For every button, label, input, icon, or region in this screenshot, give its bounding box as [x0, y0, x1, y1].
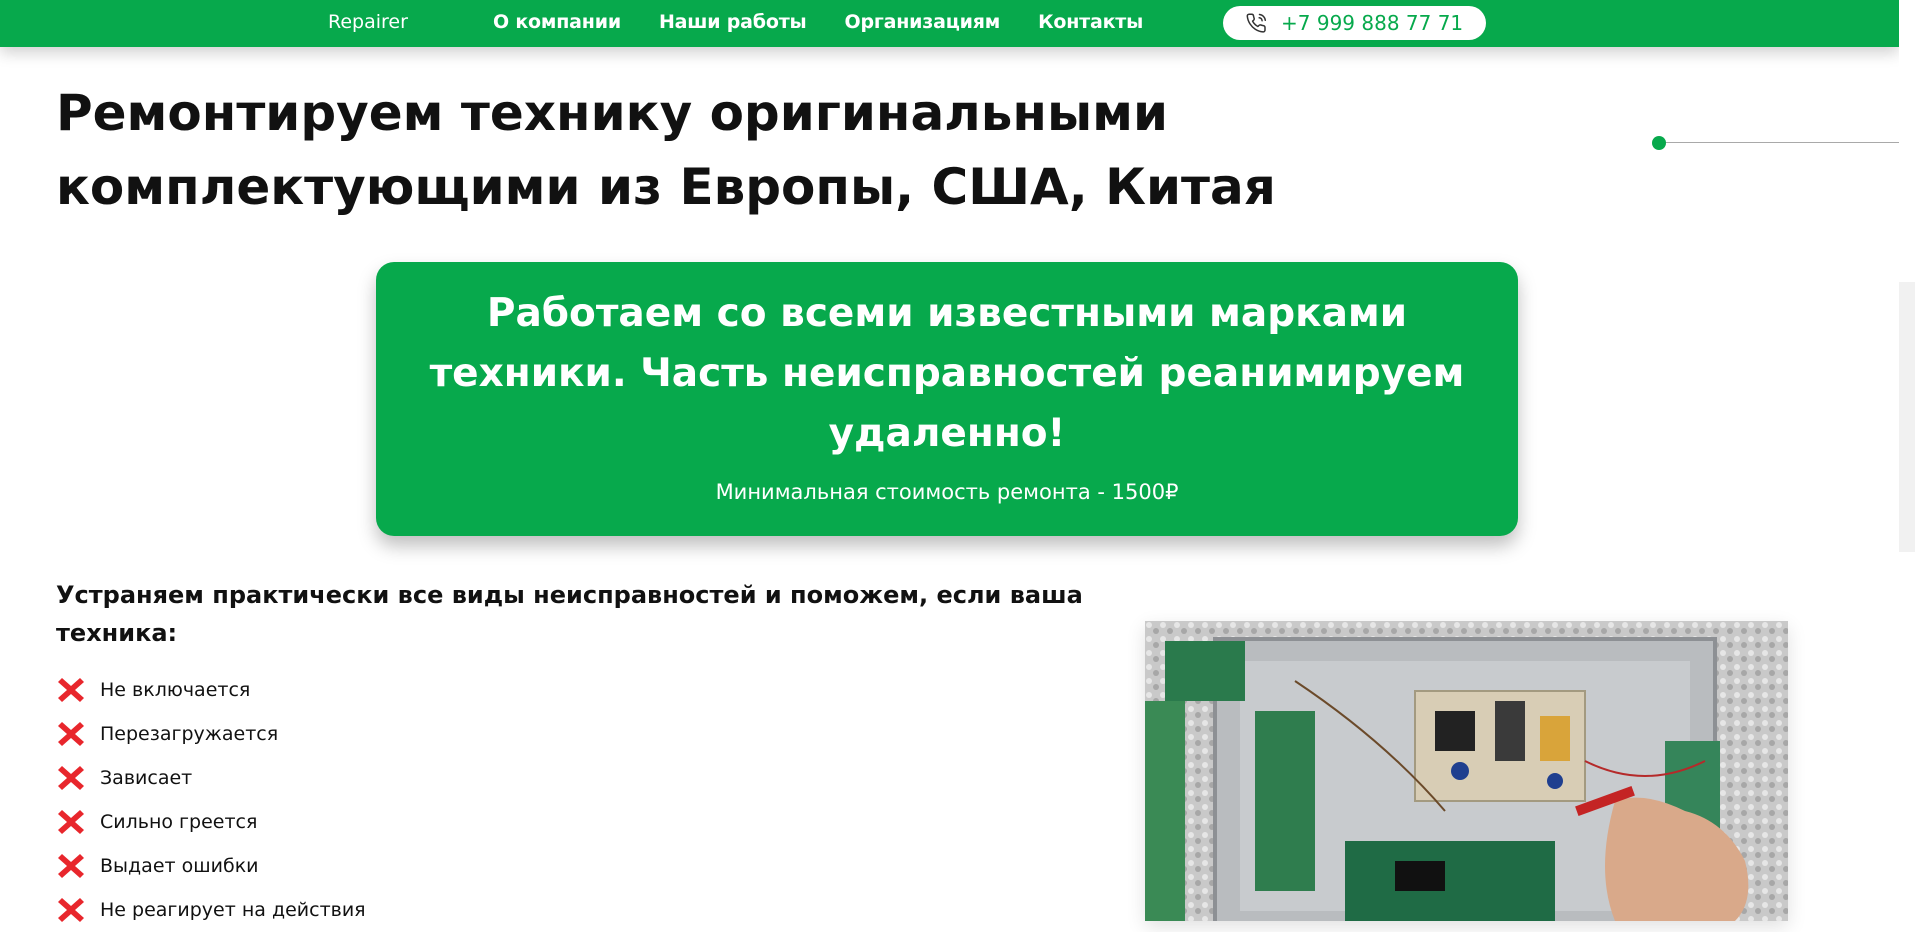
fault-item: Перезагружается: [56, 712, 366, 756]
red-x-icon: [56, 895, 86, 925]
fault-label: Выдает ошибки: [100, 855, 259, 877]
red-x-icon: [56, 851, 86, 881]
fault-label: Зависает: [100, 767, 193, 789]
red-x-icon: [56, 719, 86, 749]
fault-label: Не реагирует на действия: [100, 899, 366, 921]
fault-item: Не включается: [56, 668, 366, 712]
faults-heading: Устраняем практически все виды неисправн…: [56, 581, 1083, 647]
fault-label: Перезагружается: [100, 723, 279, 745]
scrollbar-thumb[interactable]: [1899, 282, 1915, 552]
nav-link-organizations[interactable]: Организациям: [845, 11, 1001, 33]
main-nav: О компании Наши работы Организациям Конт…: [493, 11, 1143, 33]
slider-active-dot[interactable]: [1652, 136, 1666, 150]
phone-number: +7 999 888 77 71: [1281, 11, 1464, 35]
fault-item: Сильно греется: [56, 800, 366, 844]
phone-icon: [1245, 11, 1269, 35]
slider-track-line: [1658, 142, 1899, 143]
fault-item: Зависает: [56, 756, 366, 800]
top-navigation-bar: Repairer О компании Наши работы Организа…: [0, 0, 1899, 47]
tv-repair-photo: [1145, 621, 1788, 921]
fault-item: Выдает ошибки: [56, 844, 366, 888]
banner-title: Работаем со всеми известными марками тех…: [429, 291, 1465, 456]
fault-item: Не реагирует на действия: [56, 888, 366, 932]
fault-label: Не включается: [100, 679, 251, 701]
phone-button[interactable]: +7 999 888 77 71: [1223, 6, 1486, 40]
logo-link[interactable]: Repairer: [328, 11, 408, 33]
nav-link-contacts[interactable]: Контакты: [1038, 11, 1143, 33]
fault-label: Сильно греется: [100, 811, 258, 833]
red-x-icon: [56, 675, 86, 705]
banner-min-price: Минимальная стоимость ремонта - 1500₽: [715, 480, 1179, 504]
red-x-icon: [56, 763, 86, 793]
red-x-icon: [56, 807, 86, 837]
nav-link-about[interactable]: О компании: [493, 11, 621, 33]
brands-banner: Работаем со всеми известными марками тех…: [376, 262, 1518, 536]
faults-list: Не включается Перезагружается Зависает С…: [56, 668, 366, 932]
nav-link-works[interactable]: Наши работы: [659, 11, 807, 33]
hero-title: Ремонтируем технику оригинальными компле…: [56, 84, 1276, 216]
